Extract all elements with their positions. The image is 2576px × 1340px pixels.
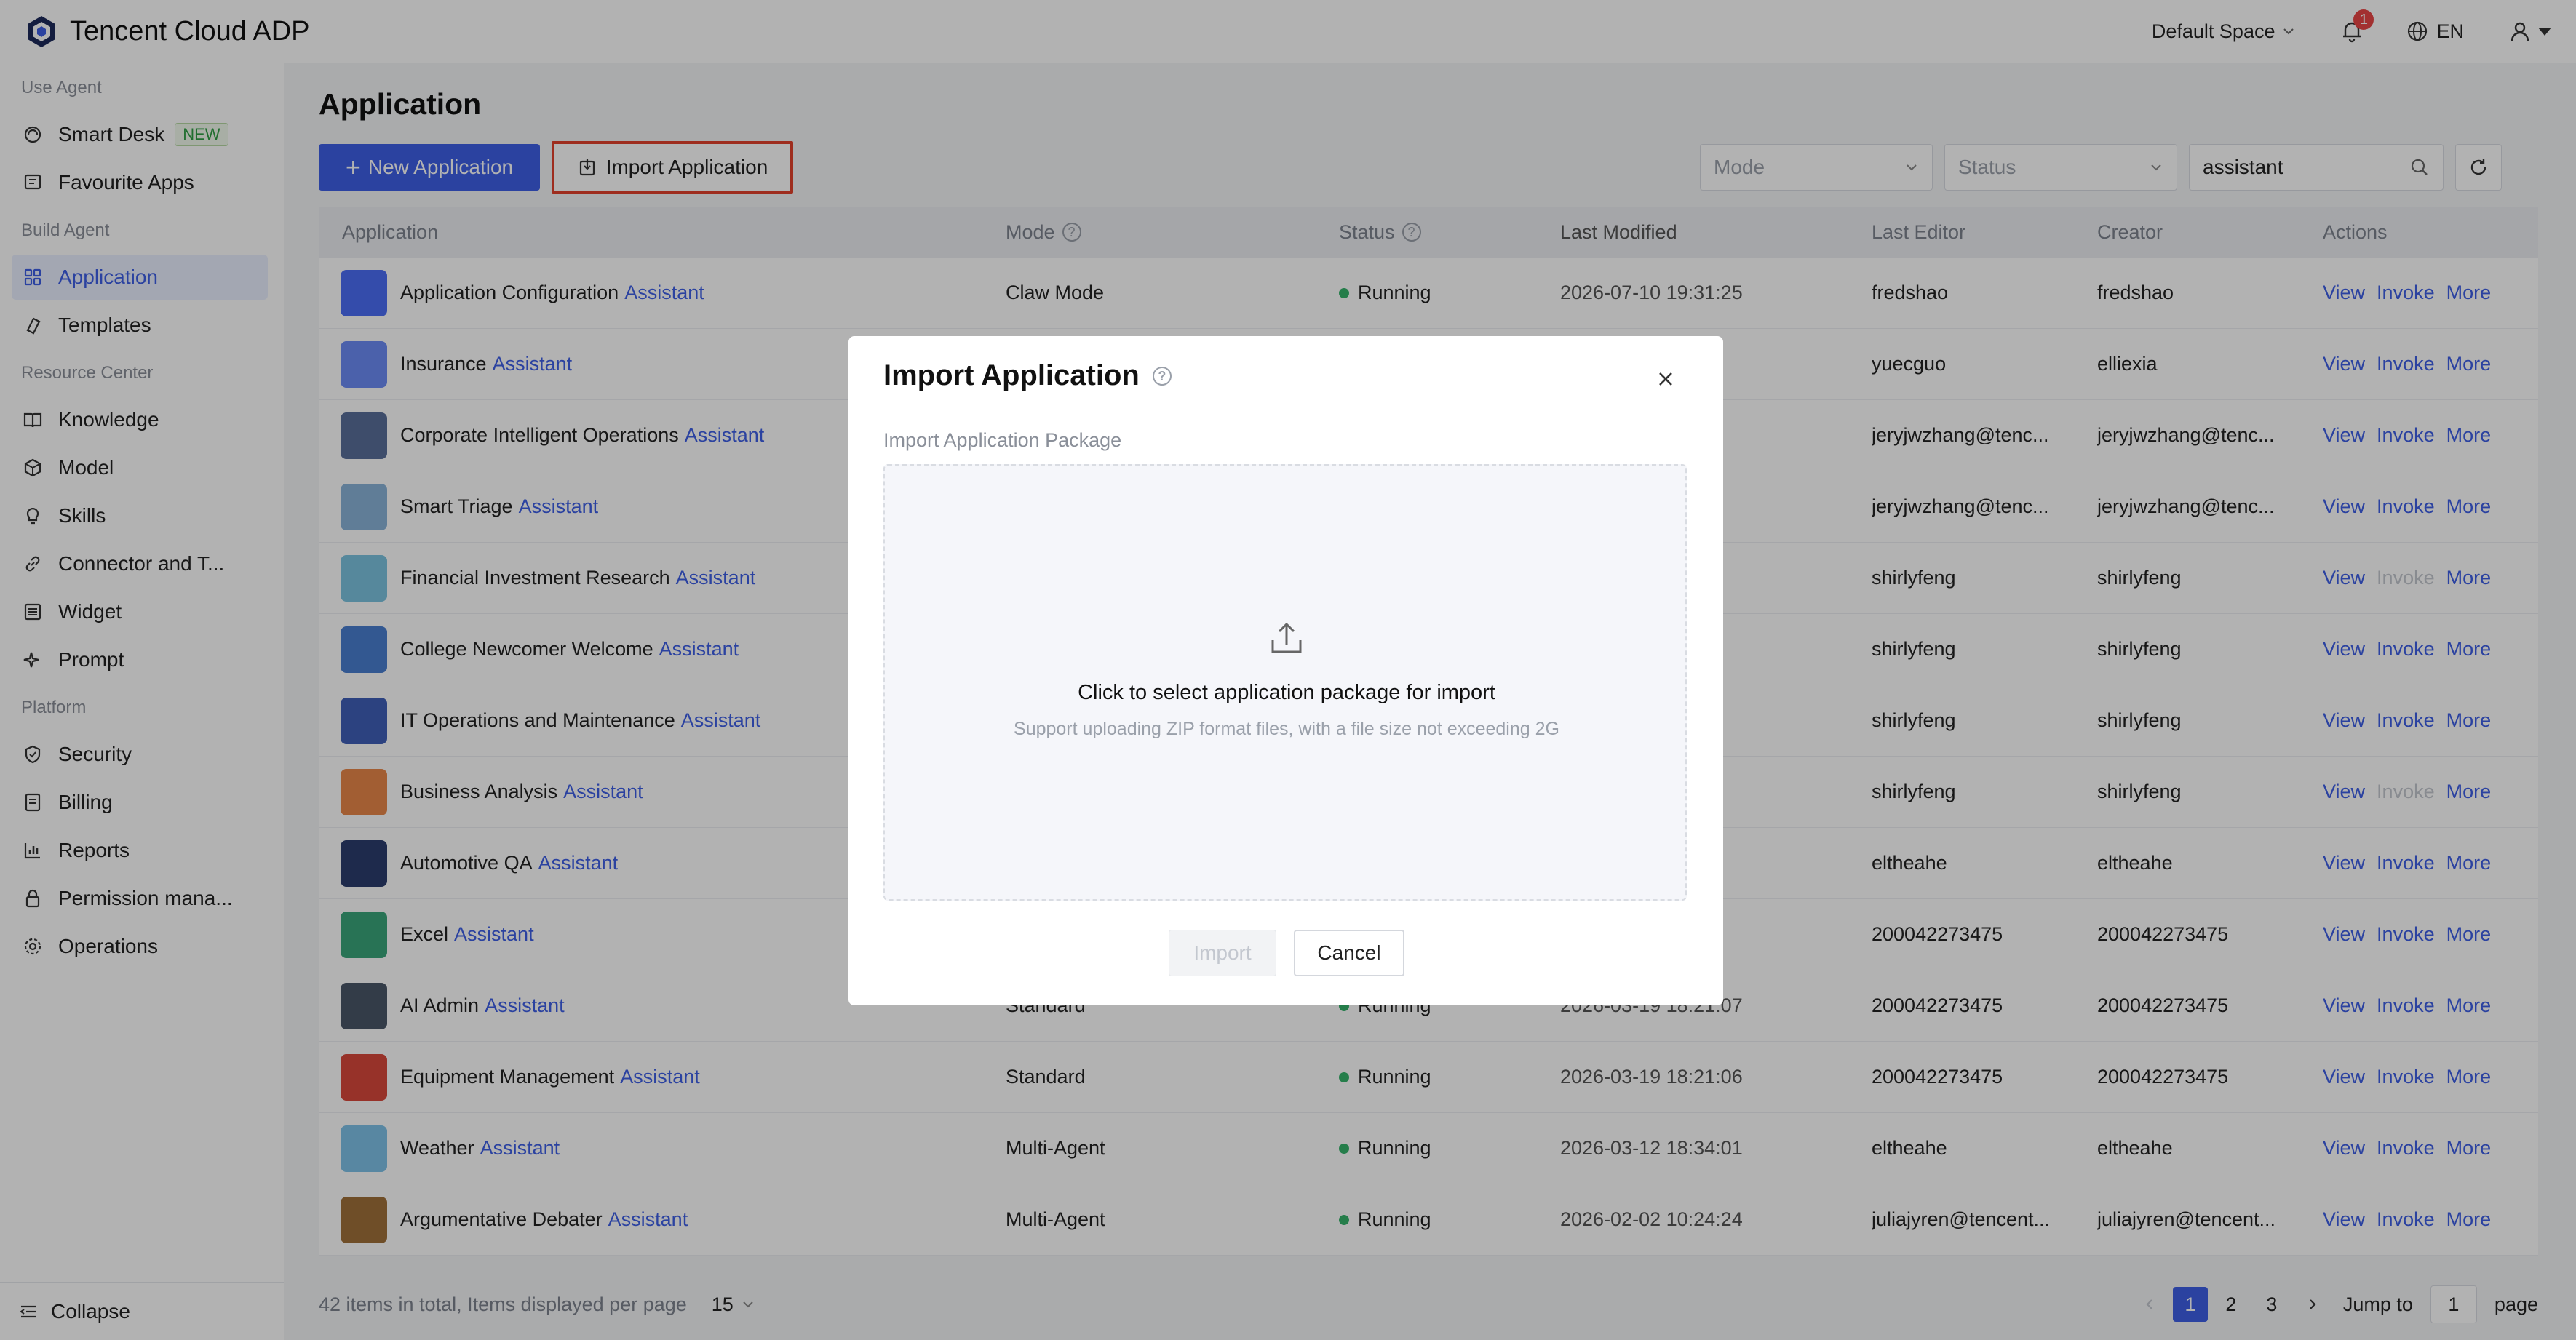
- dropzone-subtitle: Support uploading ZIP format files, with…: [1014, 719, 1559, 739]
- import-application-dialog: Import Application ? Import Application …: [848, 336, 1723, 1005]
- close-icon: [1659, 372, 1672, 386]
- import-button[interactable]: Import: [1169, 930, 1276, 976]
- close-button[interactable]: [1647, 361, 1684, 397]
- dialog-title-text: Import Application: [883, 359, 1140, 391]
- upload-icon: [1271, 622, 1302, 653]
- help-icon[interactable]: ?: [1152, 366, 1172, 386]
- package-field-label: Import Application Package: [883, 429, 1122, 451]
- dialog-title: Import Application ?: [883, 359, 1172, 392]
- upload-dropzone[interactable]: Click to select application package for …: [883, 464, 1687, 901]
- dropzone-title: Click to select application package for …: [1078, 681, 1495, 704]
- cancel-button[interactable]: Cancel: [1294, 930, 1404, 976]
